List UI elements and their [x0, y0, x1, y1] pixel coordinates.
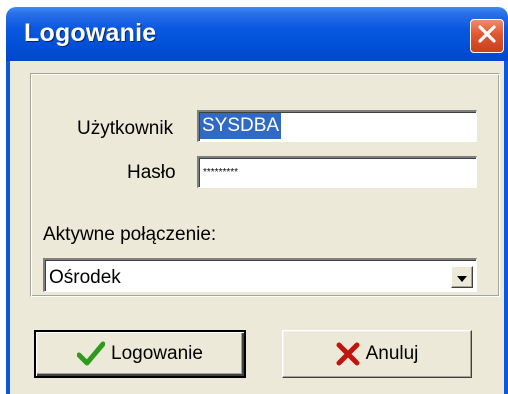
dialog-body: Użytkownik SYSDBA Hasło ********* Aktywn…	[6, 61, 508, 394]
title-bar[interactable]: Logowanie	[6, 7, 508, 61]
chevron-down-icon	[457, 266, 467, 288]
connection-label: Aktywne połączenie:	[43, 224, 217, 245]
password-input[interactable]: *********	[197, 156, 477, 188]
close-icon	[476, 23, 498, 50]
checkmark-icon	[77, 341, 106, 367]
login-group-box: Użytkownik SYSDBA Hasło ********* Aktywn…	[30, 73, 500, 297]
cancel-button[interactable]: Anuluj	[282, 330, 472, 378]
close-button[interactable]	[470, 19, 504, 53]
password-label: Hasło	[127, 162, 176, 183]
window-title: Logowanie	[24, 19, 157, 47]
password-input-value: *********	[203, 167, 239, 178]
login-button[interactable]: Logowanie	[34, 330, 246, 378]
connection-select[interactable]: Ośrodek	[43, 258, 477, 292]
user-input-value: SYSDBA	[200, 113, 282, 139]
user-input[interactable]: SYSDBA	[197, 110, 477, 142]
login-button-label: Logowanie	[111, 343, 203, 364]
dropdown-button[interactable]	[451, 266, 473, 288]
cancel-button-label: Anuluj	[365, 343, 419, 364]
user-label: Użytkownik	[77, 118, 174, 139]
connection-select-value: Ośrodek	[49, 267, 121, 288]
login-dialog: Logowanie Użytkownik SYSDBA Hasło ******…	[0, 0, 508, 394]
x-icon	[336, 342, 360, 366]
